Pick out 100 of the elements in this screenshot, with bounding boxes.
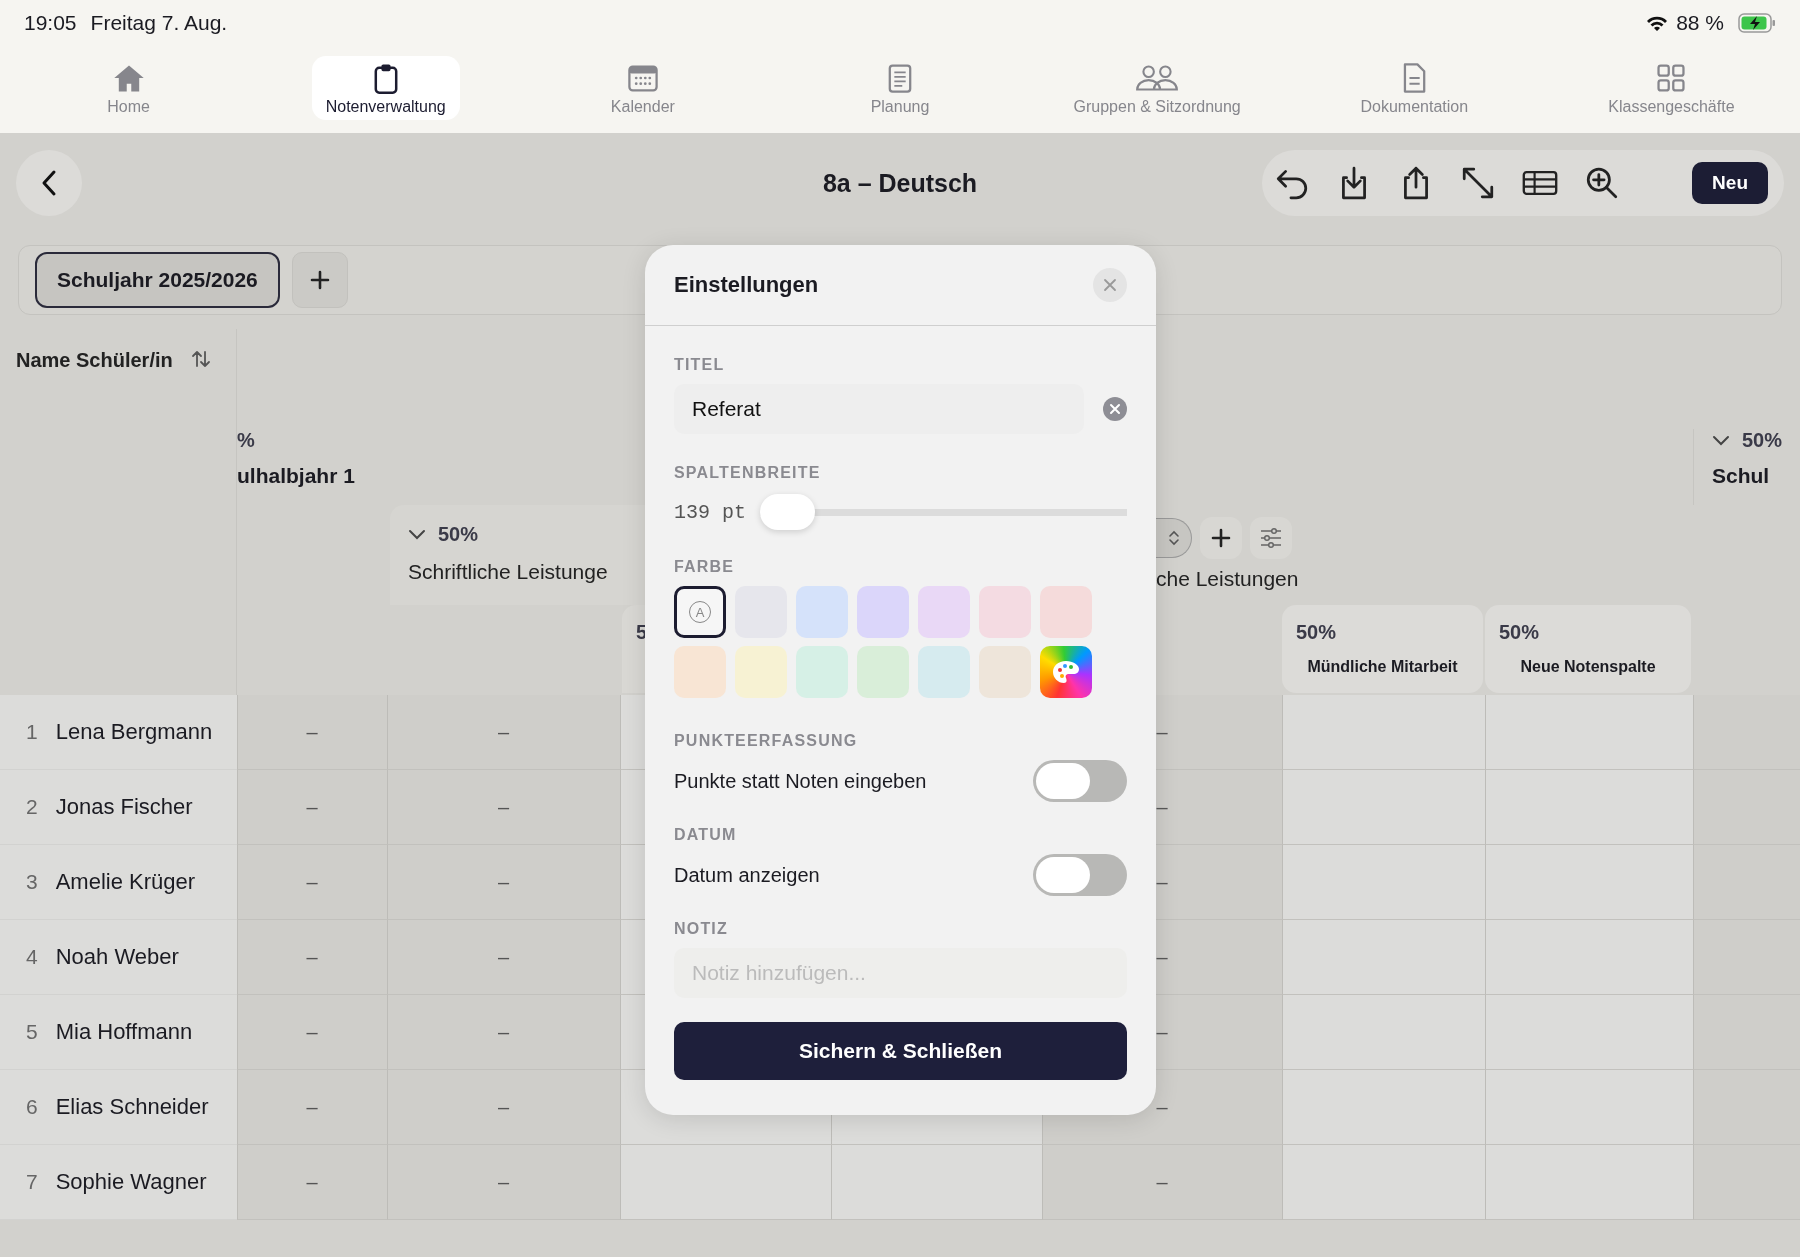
year-tab[interactable]: Schuljahr 2025/2026 [35, 252, 280, 308]
grade-cell[interactable]: – [1156, 1096, 1168, 1119]
column-title: Mündliche Mitarbeit [1306, 658, 1459, 676]
section-label: PUNKTEERFASSUNG [674, 732, 859, 750]
section-label: FARBE [674, 558, 736, 576]
row-number: 7 [26, 1170, 38, 1194]
column-header: Name Schüler/in [16, 349, 173, 372]
settings-button[interactable] [1250, 517, 1292, 559]
column-title: Neue Notenspalte [1519, 658, 1657, 676]
auto-color-option[interactable]: A [674, 586, 726, 638]
student-name[interactable]: Noah Weber [55, 944, 179, 970]
grade-cell[interactable]: – [1156, 1021, 1168, 1044]
grade-cell[interactable]: – [497, 796, 510, 819]
chevron-icon[interactable] [408, 528, 426, 541]
student-name[interactable]: Mia Hoffmann [55, 1019, 193, 1045]
color-swatch[interactable] [857, 586, 909, 638]
column-header-card[interactable]: 50% Mündliche Mitarbeit [1282, 605, 1483, 693]
color-swatch[interactable] [918, 646, 970, 698]
page-title: 8a – Deutsch [821, 168, 979, 198]
nav-tab[interactable]: Kalender [596, 56, 689, 120]
row-number: 1 [26, 720, 38, 744]
grade-cell[interactable]: – [1156, 946, 1168, 969]
column-header-card[interactable]: 50% Neue Notenspalte [1485, 605, 1691, 693]
student-name[interactable]: Lena Bergmann [55, 719, 213, 745]
plus-icon [309, 270, 330, 290]
nav-tab[interactable]: Home [93, 56, 164, 120]
plus-icon [1211, 528, 1231, 548]
color-swatch[interactable] [857, 646, 909, 698]
student-name[interactable]: Jonas Fischer [55, 794, 193, 820]
row-number: 3 [26, 870, 38, 894]
grade-cell[interactable]: – [1156, 1171, 1168, 1194]
color-picker-button[interactable] [1040, 646, 1092, 698]
group-title: Schul [1712, 464, 1771, 488]
color-swatch[interactable] [796, 586, 848, 638]
section-label: NOTIZ [674, 920, 729, 938]
row-number: 5 [26, 1020, 38, 1044]
grade-cell[interactable]: – [497, 1096, 510, 1119]
group-title: Schriftliche Leistunge [408, 560, 608, 584]
add-button[interactable] [291, 252, 348, 308]
color-swatch[interactable] [979, 646, 1031, 698]
color-swatch[interactable] [918, 586, 970, 638]
nav-tab[interactable]: Klassengeschäfte [1594, 56, 1749, 120]
up-down-chevron-icon [1167, 529, 1180, 547]
grade-cell[interactable]: – [497, 1171, 510, 1194]
slider-thumb[interactable] [760, 494, 815, 530]
student-name[interactable]: Sophie Wagner [55, 1169, 207, 1195]
grade-cell[interactable]: – [306, 796, 318, 819]
weight-label: 50% [1296, 621, 1338, 644]
weight-label: % [237, 429, 256, 452]
grade-cell[interactable]: – [306, 721, 318, 744]
weight-label: 50% [1742, 429, 1783, 452]
title-field[interactable]: Referat [674, 384, 1084, 434]
wifi-icon [1646, 14, 1669, 32]
zoom-in-icon[interactable] [1584, 165, 1620, 201]
battery-icon [1738, 13, 1776, 33]
stepper-button[interactable] [1156, 518, 1192, 558]
grade-cell[interactable]: – [306, 871, 318, 894]
color-swatch[interactable] [674, 646, 726, 698]
add-button[interactable] [1200, 517, 1242, 559]
chevron-icon[interactable] [1712, 434, 1730, 447]
row-number: 4 [26, 945, 38, 969]
dialog-title: Einstellungen [674, 272, 819, 298]
group-title: che Leistungen [1156, 567, 1299, 591]
toggle-label: Punkte statt Noten eingeben [674, 769, 927, 793]
nav-tab[interactable]: Gruppen & Sitzordnung [1059, 56, 1255, 120]
grade-cell[interactable]: – [1156, 721, 1168, 744]
row-number: 2 [26, 795, 38, 819]
expand-icon[interactable] [1460, 165, 1496, 201]
grade-cell[interactable]: – [497, 946, 510, 969]
grade-cell[interactable]: – [497, 871, 510, 894]
grade-cell[interactable]: – [306, 1171, 318, 1194]
student-name[interactable]: Amelie Krüger [55, 869, 196, 895]
status-date: Freitag 7. Aug. [90, 11, 228, 35]
sort-icon[interactable] [190, 349, 211, 369]
grade-cell[interactable]: – [497, 721, 510, 744]
toggle-switch[interactable] [1033, 854, 1127, 896]
back-chevron-icon [41, 169, 57, 197]
clear-icon[interactable] [1103, 397, 1127, 421]
nav-tab[interactable]: Notenverwaltung [311, 56, 460, 120]
grade-cell[interactable]: – [306, 946, 318, 969]
grade-cell[interactable]: – [306, 1021, 318, 1044]
nav-tab[interactable]: Planung [856, 56, 944, 120]
save-button[interactable]: Sichern & Schließen [674, 1022, 1127, 1080]
new-button[interactable]: Neu [1692, 162, 1768, 204]
close-button[interactable] [1093, 268, 1127, 302]
close-icon [1103, 278, 1117, 292]
nav-tab[interactable]: Dokumentation [1346, 56, 1483, 120]
color-swatch[interactable] [796, 646, 848, 698]
student-name[interactable]: Elias Schneider [55, 1094, 209, 1120]
grade-cell[interactable]: – [1156, 871, 1168, 894]
width-value: 139 pt [674, 500, 746, 524]
toggle-switch[interactable] [1033, 760, 1127, 802]
status-time: 19:05 [24, 11, 77, 35]
grade-cell[interactable]: – [497, 1021, 510, 1044]
color-swatch[interactable] [735, 646, 787, 698]
grade-cell[interactable]: – [1156, 796, 1168, 819]
section-label: TITEL [674, 356, 726, 374]
section-label: SPALTENBREITE [674, 464, 822, 482]
palette-icon [1051, 659, 1081, 685]
grade-cell[interactable]: – [306, 1096, 318, 1119]
